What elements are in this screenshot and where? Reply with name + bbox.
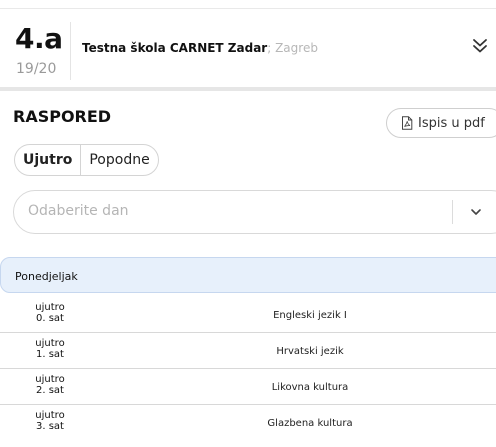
shift-toggle: Ujutro Popodne	[14, 144, 159, 176]
day-select[interactable]: Odaberite dan	[13, 190, 496, 234]
period-shift: ujutro	[35, 302, 65, 313]
period-number: 0. sat	[36, 313, 64, 324]
school-name: Testna škola CARNET Zadar	[82, 41, 268, 55]
subject-name: Glazbena kultura	[267, 417, 353, 429]
class-header: 4.a 19/20 Testna škola CARNET Zadar; Zag…	[0, 9, 496, 87]
schedule-title: RASPORED	[13, 107, 112, 126]
tab-afternoon[interactable]: Popodne	[80, 145, 157, 175]
print-pdf-button[interactable]: Ispis u pdf	[386, 108, 496, 138]
chevron-down-icon[interactable]	[470, 207, 482, 217]
table-row: ujutro 3. sat Glazbena kultura	[0, 405, 496, 441]
period-shift: ujutro	[35, 338, 65, 349]
schedule-table: ujutro 0. sat Engleski jezik I ujutro 1.…	[0, 297, 496, 441]
table-row: ujutro 1. sat Hrvatski jezik	[0, 333, 496, 369]
table-row: ujutro 2. sat Likovna kultura	[0, 369, 496, 405]
subject-name: Hrvatski jezik	[276, 345, 344, 357]
school-year: 19/20	[16, 61, 57, 77]
header-divider	[70, 22, 71, 80]
period-time: ujutro 0. sat	[20, 302, 80, 324]
day-header: Ponedjeljak	[0, 257, 496, 293]
subject-name: Engleski jezik I	[273, 309, 347, 321]
tab-morning[interactable]: Ujutro	[15, 145, 80, 175]
double-chevron-down-icon[interactable]	[471, 37, 489, 55]
pdf-file-icon	[402, 116, 413, 130]
period-shift: ujutro	[35, 410, 65, 421]
day-select-placeholder: Odaberite dan	[28, 203, 129, 219]
period-time: ujutro 3. sat	[20, 410, 80, 432]
class-name: 4.a	[15, 22, 63, 55]
school-separator: ;	[267, 41, 272, 55]
print-pdf-label: Ispis u pdf	[418, 115, 485, 131]
period-time: ujutro 1. sat	[20, 338, 80, 360]
period-number: 1. sat	[36, 349, 64, 360]
school-info: Testna škola CARNET Zadar; Zagreb	[82, 40, 318, 56]
period-number: 3. sat	[36, 421, 64, 432]
period-number: 2. sat	[36, 385, 64, 396]
table-row: ujutro 0. sat Engleski jezik I	[0, 297, 496, 333]
period-shift: ujutro	[35, 374, 65, 385]
period-time: ujutro 2. sat	[20, 374, 80, 396]
day-name: Ponedjeljak	[15, 270, 78, 283]
school-city: Zagreb	[275, 41, 318, 55]
subject-name: Likovna kultura	[271, 381, 349, 393]
header-bottom-border	[0, 87, 496, 91]
select-divider	[452, 200, 453, 224]
